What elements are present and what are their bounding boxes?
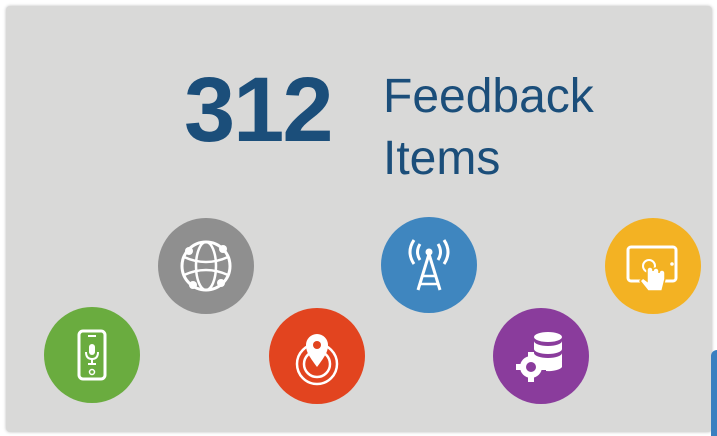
smartphone-microphone-icon <box>44 307 140 403</box>
edge-decoration <box>711 350 717 436</box>
location-pin-radar-icon <box>269 308 365 404</box>
feedback-label-line2: Items <box>383 132 501 185</box>
database-gear-icon <box>493 308 589 404</box>
broadcast-tower-icon <box>381 217 477 313</box>
tablet-touch-icon <box>605 218 701 314</box>
feedback-count: 312 <box>184 59 333 161</box>
globe-network-icon <box>158 218 254 314</box>
feedback-label-line1: Feedback <box>383 70 594 123</box>
feedback-card: 312 Feedback Items <box>6 6 712 432</box>
